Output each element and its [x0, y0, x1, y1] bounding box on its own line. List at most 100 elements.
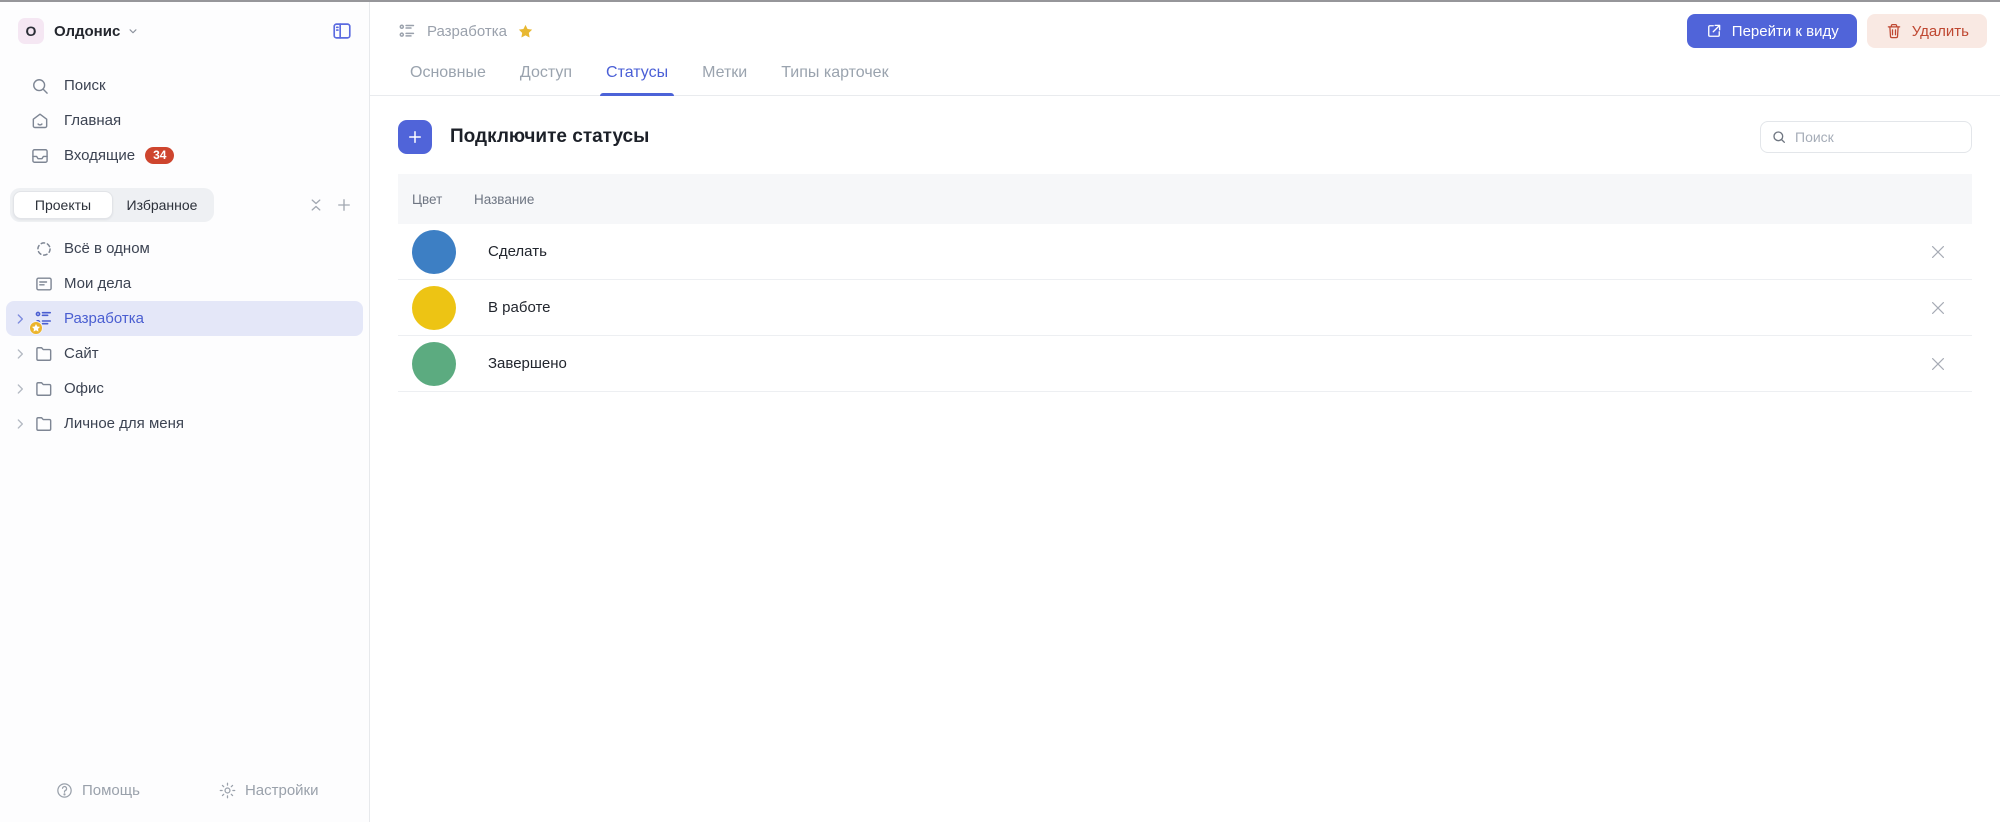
folder-icon — [34, 414, 54, 434]
statuses-toolbar: Подключите статусы — [398, 108, 1972, 166]
status-color-cell — [412, 341, 474, 386]
tab-projects[interactable]: Проекты — [13, 191, 113, 219]
sidebar-project-офис[interactable]: Офис — [6, 371, 363, 406]
workspace-row: О Олдонис — [0, 2, 369, 44]
statuses-table: Цвет Название Сделать В работе Завершено — [398, 174, 1972, 392]
project-list-icon — [29, 309, 54, 335]
delete-button[interactable]: Удалить — [1866, 14, 1987, 48]
column-header-color: Цвет — [412, 191, 443, 207]
goto-view-label: Перейти к виду — [1731, 22, 1839, 40]
column-header-name: Название — [474, 191, 535, 207]
sidebar-item-label: Главная — [64, 112, 122, 129]
footer-label: Помощь — [82, 782, 140, 799]
chevron-placeholder — [12, 276, 28, 292]
app-screen: О Олдонис Поиск Главная Входящие 34 Проекты… — [0, 0, 2000, 822]
project-list-icon — [398, 22, 417, 41]
sidebar-lists-header: Проекты Избранное — [10, 188, 353, 222]
remove-status-icon[interactable] — [1928, 354, 1948, 374]
help-icon — [55, 781, 74, 800]
sidebar-nav: Поиск Главная Входящие 34 — [0, 68, 369, 173]
status-color-cell — [412, 229, 474, 274]
home-icon — [30, 111, 50, 131]
tab-основные[interactable]: Основные — [410, 64, 486, 95]
settings-link[interactable]: Настройки — [218, 781, 319, 800]
sidebar-item-label: Входящие — [64, 147, 136, 164]
unread-count-badge: 34 — [145, 147, 175, 164]
add-status-button[interactable] — [398, 120, 432, 154]
search-icon — [1771, 129, 1787, 145]
sidebar-list-actions — [307, 196, 353, 214]
sidebar-project-личное-для-меня[interactable]: Личное для меня — [6, 406, 363, 441]
settings-tabs: Основные Доступ Статусы Метки Типы карточек — [370, 48, 2000, 96]
sidebar-item-home[interactable]: Главная — [0, 103, 369, 138]
sidebar-toggle-icon[interactable] — [331, 20, 353, 42]
sidebar-item-search[interactable]: Поиск — [0, 68, 369, 103]
my-tasks-icon — [34, 274, 54, 294]
tab-статусы[interactable]: Статусы — [600, 64, 675, 96]
table-body: Сделать В работе Завершено — [398, 224, 1972, 392]
status-color-dot[interactable] — [412, 285, 456, 330]
chevron-right-icon[interactable] — [12, 311, 28, 327]
add-project-icon[interactable] — [335, 196, 353, 214]
plus-icon — [406, 128, 424, 146]
starred-badge-icon — [29, 320, 43, 335]
status-color-dot[interactable] — [412, 229, 456, 274]
search-icon — [30, 76, 50, 96]
sidebar-tabs: Проекты Избранное — [10, 188, 214, 222]
status-search — [1760, 121, 1972, 153]
tab-доступ[interactable]: Доступ — [520, 64, 572, 95]
tab-типы-карточек[interactable]: Типы карточек — [781, 64, 888, 95]
sidebar-project-мои-дела[interactable]: Мои дела — [6, 266, 363, 301]
sidebar-project-всё-в-одном[interactable]: Всё в одном — [6, 231, 363, 266]
collapse-all-icon[interactable] — [307, 196, 325, 214]
sidebar-project-сайт[interactable]: Сайт — [6, 336, 363, 371]
project-label: Мои дела — [64, 275, 132, 292]
chevron-placeholder — [12, 241, 28, 257]
statuses-content: Подключите статусы Цвет Название Сделать… — [370, 96, 2000, 392]
project-label: Офис — [64, 380, 104, 397]
main-area: Разработка Перейти к виду Удалить Основн… — [370, 2, 2000, 822]
favorite-star-icon[interactable] — [517, 23, 534, 40]
status-color-dot[interactable] — [412, 341, 456, 386]
project-label: Сайт — [64, 345, 99, 362]
sidebar-project-разработка[interactable]: Разработка — [6, 301, 363, 336]
chevron-down-icon[interactable] — [126, 24, 140, 38]
workspace-name[interactable]: Олдонис — [54, 23, 120, 40]
breadcrumb-project-name[interactable]: Разработка — [427, 23, 507, 40]
chevron-right-icon[interactable] — [12, 381, 28, 397]
workspace-avatar[interactable]: О — [18, 18, 44, 44]
project-list: Всё в одном Мои дела Разработка Сайт Офис Лич… — [0, 231, 369, 441]
remove-status-icon[interactable] — [1928, 298, 1948, 318]
sidebar-item-label: Поиск — [64, 77, 106, 94]
sidebar-footer: Помощь Настройки — [0, 781, 369, 822]
chevron-right-icon[interactable] — [12, 416, 28, 432]
status-name: Сделать — [488, 243, 547, 260]
status-name: В работе — [488, 299, 551, 316]
sidebar-item-inbox[interactable]: Входящие 34 — [0, 138, 369, 173]
project-label: Всё в одном — [64, 240, 150, 257]
chevron-right-icon[interactable] — [12, 346, 28, 362]
status-row: Завершено — [398, 336, 1972, 392]
help-link[interactable]: Помощь — [55, 781, 140, 800]
tab-метки[interactable]: Метки — [702, 64, 747, 95]
folder-icon — [34, 379, 54, 399]
tab-favorites[interactable]: Избранное — [113, 191, 211, 219]
search-input[interactable] — [1795, 129, 1961, 145]
page-title: Подключите статусы — [450, 126, 650, 147]
inbox-icon — [30, 146, 50, 166]
main-header: Разработка Перейти к виду Удалить — [370, 2, 2000, 48]
sidebar: О Олдонис Поиск Главная Входящие 34 Проекты… — [0, 2, 370, 822]
external-link-icon — [1705, 22, 1723, 40]
delete-label: Удалить — [1911, 22, 1969, 40]
all-in-one-icon — [34, 239, 54, 259]
footer-label: Настройки — [244, 782, 319, 799]
gear-icon — [218, 781, 237, 800]
project-label: Личное для меня — [64, 415, 185, 432]
breadcrumb: Разработка — [398, 22, 534, 41]
remove-status-icon[interactable] — [1928, 242, 1948, 262]
folder-icon — [34, 344, 54, 364]
goto-view-button[interactable]: Перейти к виду — [1686, 14, 1857, 48]
trash-icon — [1885, 22, 1903, 40]
table-header: Цвет Название — [398, 174, 1972, 224]
status-row: В работе — [398, 280, 1972, 336]
